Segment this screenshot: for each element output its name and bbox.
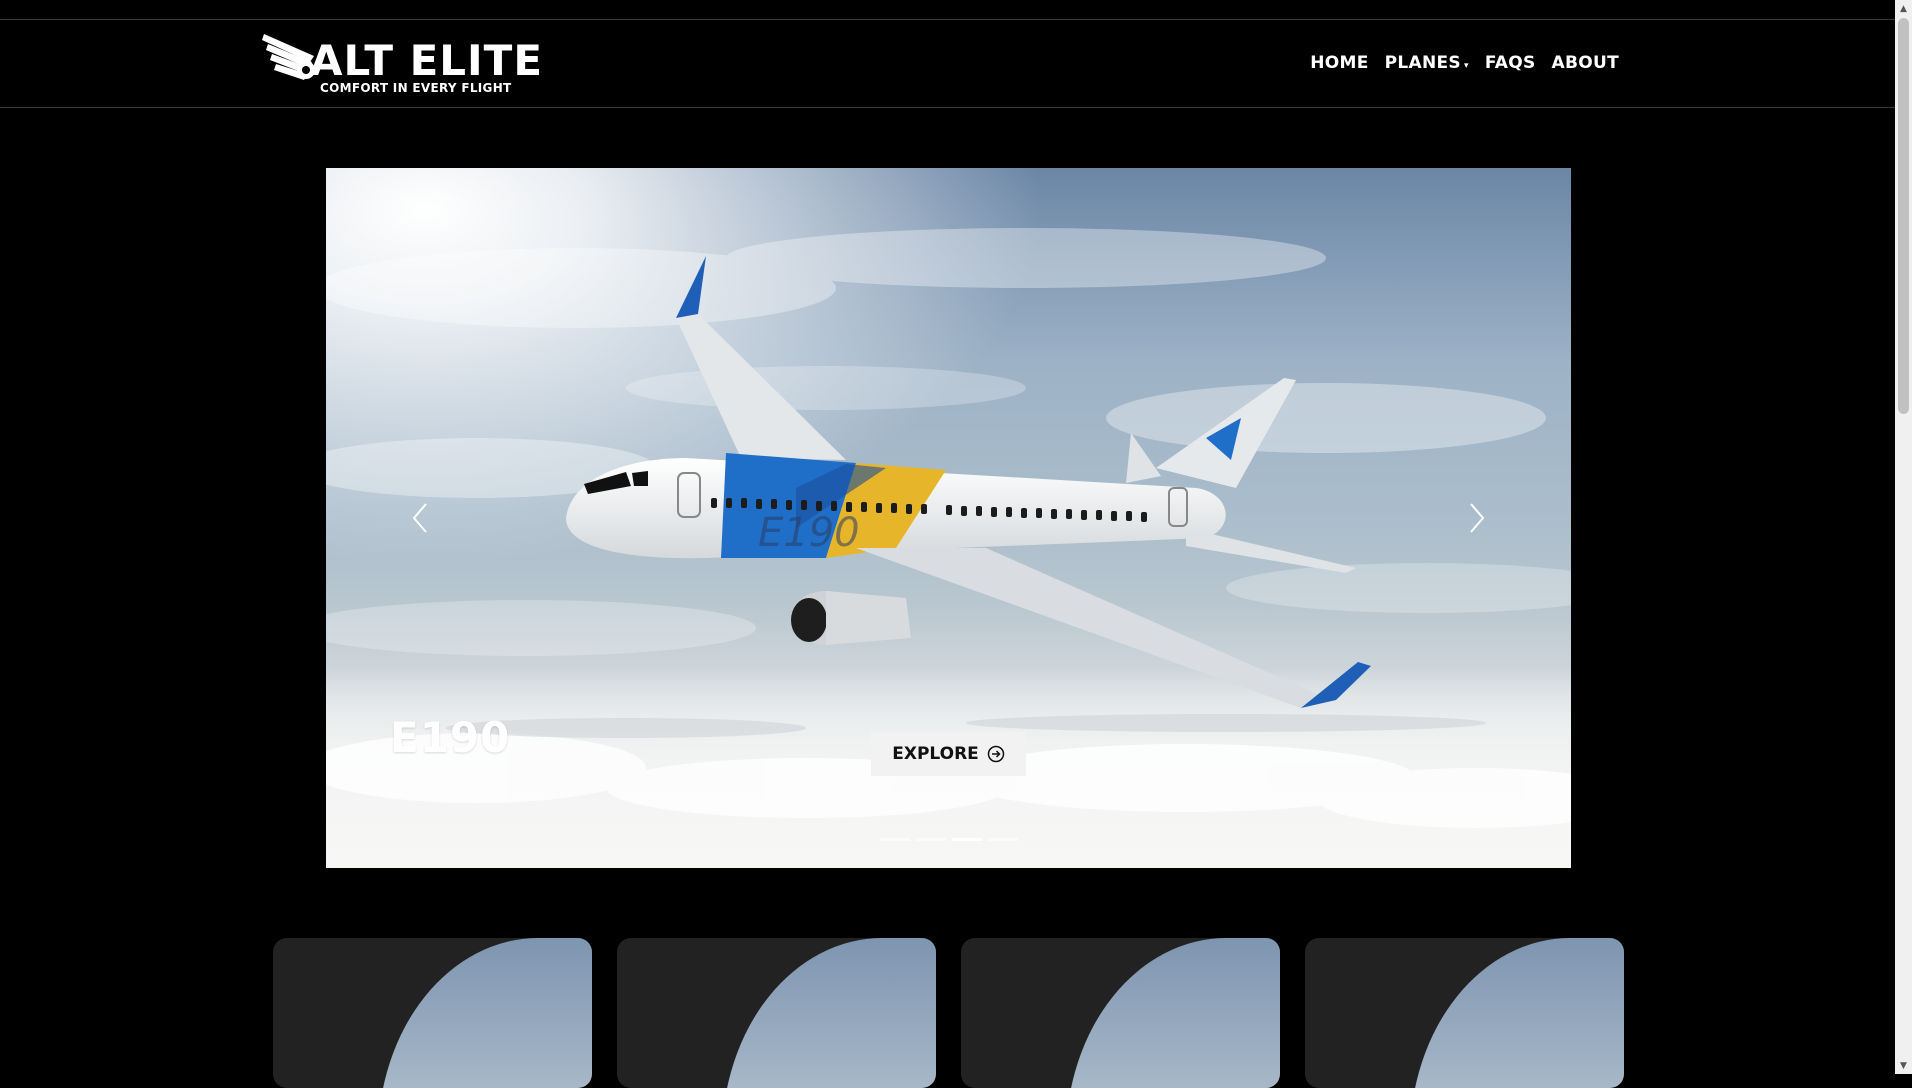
- nav-label: PLANES: [1384, 53, 1461, 73]
- carousel-dot-1[interactable]: [880, 838, 910, 841]
- brand-tagline: COMFORT IN EVERY FLIGHT: [320, 81, 512, 95]
- hero-carousel: E190 E190 EXPLORE: [326, 168, 1571, 868]
- nav-label: FAQS: [1484, 53, 1536, 73]
- carousel-dot-3[interactable]: [952, 838, 982, 841]
- carousel-next-arrow-icon[interactable]: [1461, 498, 1491, 538]
- nav-item-planes[interactable]: PLANES ▾: [1385, 53, 1469, 73]
- explore-label: EXPLORE: [892, 744, 979, 764]
- scroll-down-arrow-icon[interactable]: ▼: [1895, 1057, 1912, 1074]
- brand-logo[interactable]: ALT ELITE COMFORT IN EVERY FLIGHT: [262, 28, 542, 96]
- plane-card[interactable]: [617, 938, 936, 1088]
- site-header: ALT ELITE COMFORT IN EVERY FLIGHT HOME P…: [0, 20, 1895, 108]
- fuselage-label: E190: [758, 510, 860, 556]
- plane-card[interactable]: [961, 938, 1280, 1088]
- nav-label: HOME: [1310, 53, 1369, 73]
- carousel-indicators: [880, 838, 1018, 841]
- carousel-dot-4[interactable]: [988, 838, 1018, 841]
- page-scrollbar[interactable]: ▲ ▼: [1895, 0, 1912, 1074]
- nav-label: ABOUT: [1551, 53, 1619, 73]
- nav-item-faqs[interactable]: FAQS: [1485, 53, 1536, 73]
- carousel-dot-2[interactable]: [916, 838, 946, 841]
- scroll-thumb[interactable]: [1898, 18, 1909, 414]
- hero-title: E190: [390, 713, 511, 762]
- nav-item-home[interactable]: HOME: [1310, 53, 1368, 73]
- chevron-down-icon: ▾: [1463, 60, 1469, 71]
- nav-item-about[interactable]: ABOUT: [1552, 53, 1619, 73]
- plane-card[interactable]: [1305, 938, 1624, 1088]
- main-nav: HOME PLANES ▾ FAQS ABOUT: [1310, 53, 1619, 73]
- card-image: [1410, 938, 1624, 1088]
- card-image: [378, 938, 592, 1088]
- card-image: [722, 938, 936, 1088]
- plane-card[interactable]: [273, 938, 592, 1088]
- arrow-circle-right-icon: [987, 745, 1005, 763]
- card-image: [1066, 938, 1280, 1088]
- scroll-up-arrow-icon[interactable]: ▲: [1895, 0, 1912, 17]
- brand-name: ALT ELITE: [310, 36, 544, 85]
- plane-cards: [273, 938, 1624, 1088]
- explore-button[interactable]: EXPLORE: [871, 732, 1026, 776]
- browser-top-strip: [0, 0, 1895, 20]
- carousel-prev-arrow-icon[interactable]: [406, 498, 436, 538]
